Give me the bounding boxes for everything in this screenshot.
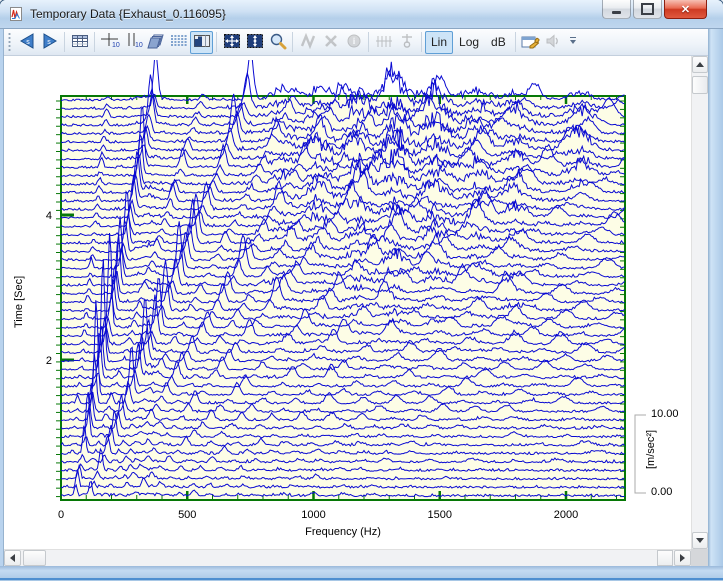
next-record-icon: s bbox=[40, 32, 60, 53]
remove-fit-icon bbox=[322, 33, 340, 52]
title-bar[interactable]: Temporary Data {Exhaust_0.116095} ✕ bbox=[0, 0, 723, 29]
colormap-view-icon bbox=[170, 33, 188, 52]
svg-text:s: s bbox=[26, 39, 30, 46]
autoscale-y-icon bbox=[246, 33, 264, 52]
toolbar-separator bbox=[94, 32, 95, 52]
zoom-icon bbox=[269, 32, 287, 53]
colormap-view-button[interactable] bbox=[167, 31, 190, 54]
data-table-icon bbox=[71, 33, 89, 52]
front-back-display-icon bbox=[193, 33, 211, 52]
svg-text:2000: 2000 bbox=[554, 509, 578, 521]
sound-icon bbox=[544, 33, 562, 52]
app-window: Temporary Data {Exhaust_0.116095} ✕ s s bbox=[0, 0, 723, 581]
svg-text:0: 0 bbox=[58, 509, 64, 521]
toolbar-separator bbox=[368, 32, 369, 52]
vertical-scroll-thumb[interactable] bbox=[692, 76, 708, 94]
double-cursor-icon: 10 bbox=[123, 32, 143, 53]
info-button[interactable]: i bbox=[342, 31, 365, 54]
svg-text:4: 4 bbox=[46, 210, 52, 222]
svg-text:10: 10 bbox=[135, 42, 143, 49]
comb-cursor-button[interactable] bbox=[372, 31, 395, 54]
remove-fit-button[interactable] bbox=[319, 31, 342, 54]
svg-text:s: s bbox=[47, 39, 51, 46]
toolbar: s s 10 bbox=[4, 29, 708, 56]
previous-record-button[interactable]: s bbox=[15, 31, 38, 54]
svg-text:1500: 1500 bbox=[428, 509, 452, 521]
db-scale-button[interactable]: dB bbox=[485, 31, 512, 54]
toolbar-separator bbox=[292, 32, 293, 52]
window-controls: ✕ bbox=[602, 0, 707, 19]
toolbar-grip[interactable] bbox=[8, 32, 11, 52]
window-border-bottom bbox=[0, 566, 723, 581]
single-cursor-button[interactable]: 10 bbox=[98, 31, 121, 54]
display-properties-icon bbox=[520, 32, 540, 53]
anchor-cursor-icon bbox=[398, 33, 416, 52]
window-border-left bbox=[0, 29, 4, 581]
single-cursor-icon: 10 bbox=[100, 32, 120, 53]
close-button[interactable]: ✕ bbox=[664, 0, 707, 19]
autoscale-y-button[interactable] bbox=[243, 31, 266, 54]
fit-curve-button[interactable] bbox=[296, 31, 319, 54]
zoom-button[interactable] bbox=[266, 31, 289, 54]
next-record-button[interactable]: s bbox=[38, 31, 61, 54]
maximize-button[interactable] bbox=[633, 0, 662, 19]
autoscale-x-icon bbox=[223, 33, 241, 52]
minimize-button[interactable] bbox=[602, 0, 631, 19]
log-scale-button[interactable]: Log bbox=[453, 31, 485, 54]
svg-text:1000: 1000 bbox=[301, 509, 325, 521]
front-back-display-button[interactable] bbox=[190, 31, 213, 54]
lin-scale-button[interactable]: Lin bbox=[425, 31, 453, 54]
double-cursor-button[interactable]: 10 bbox=[121, 31, 144, 54]
scrollbar-splitter[interactable] bbox=[657, 550, 673, 566]
display-properties-button[interactable] bbox=[519, 31, 542, 54]
toolbar-overflow-icon bbox=[570, 37, 576, 38]
comb-cursor-icon bbox=[375, 33, 393, 52]
previous-record-icon: s bbox=[17, 32, 37, 53]
x-axis-title: Frequency (Hz) bbox=[233, 526, 453, 538]
horizontal-scroll-thumb[interactable] bbox=[23, 550, 46, 566]
toolbar-separator bbox=[421, 32, 422, 52]
waterfall-3d-view-icon bbox=[147, 33, 165, 52]
plot-area: 0 500 1000 1500 2000 2 4 Frequency (Hz) Time [… bbox=[4, 56, 691, 549]
toolbar-separator bbox=[515, 32, 516, 52]
window-title: Temporary Data {Exhaust_0.116095} bbox=[30, 7, 226, 21]
scroll-right-button[interactable] bbox=[674, 550, 691, 566]
scroll-up-button[interactable] bbox=[692, 56, 708, 73]
svg-text:500: 500 bbox=[178, 509, 196, 521]
fit-curve-icon bbox=[299, 33, 317, 52]
amplitude-scale-unit: [m/sec²] bbox=[645, 389, 657, 509]
svg-text:10: 10 bbox=[112, 42, 120, 49]
horizontal-scrollbar[interactable] bbox=[4, 549, 691, 566]
waterfall-3d-view-button[interactable] bbox=[144, 31, 167, 54]
sound-button[interactable] bbox=[542, 31, 565, 54]
info-icon: i bbox=[345, 33, 363, 52]
app-icon bbox=[8, 6, 24, 22]
data-table-button[interactable] bbox=[68, 31, 91, 54]
autoscale-x-button[interactable] bbox=[220, 31, 243, 54]
scroll-down-button[interactable] bbox=[692, 532, 708, 549]
toolbar-separator bbox=[64, 32, 65, 52]
scrollbar-corner bbox=[691, 549, 708, 566]
waterfall-plot[interactable]: 0 500 1000 1500 2000 2 4 bbox=[4, 56, 691, 549]
svg-text:2: 2 bbox=[46, 355, 52, 367]
scroll-left-button[interactable] bbox=[4, 550, 21, 566]
toolbar-separator bbox=[216, 32, 217, 52]
anchor-cursor-button[interactable] bbox=[395, 31, 418, 54]
y-axis-title: Time [Sec] bbox=[13, 242, 25, 362]
vertical-scrollbar[interactable] bbox=[691, 56, 708, 549]
window-border-right bbox=[708, 29, 723, 581]
